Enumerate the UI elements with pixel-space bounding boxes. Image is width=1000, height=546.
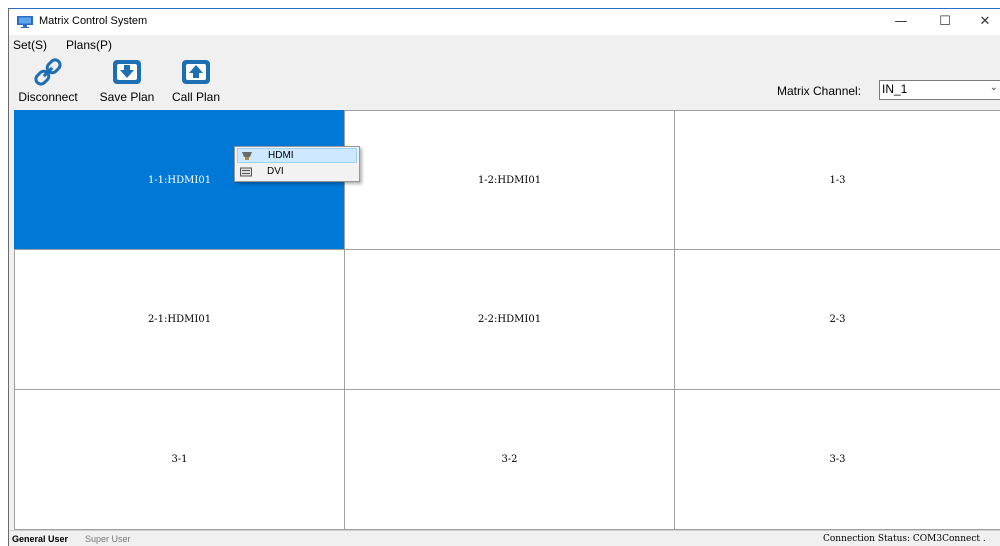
matrix-cell-2-3[interactable]: 2-3 [674,249,1000,390]
save-plan-icon [113,60,141,84]
matrix-cell-1-3[interactable]: 1-3 [674,110,1000,250]
disconnect-label: Disconnect [18,90,78,104]
title-bar: Matrix Control System — ☐ ✕ [9,9,1000,35]
app-window: Matrix Control System — ☐ ✕ Set(S) Plans… [8,8,1000,546]
context-menu-item-hdmi[interactable]: HDMI [237,148,357,163]
general-user-label[interactable]: General User [12,534,68,544]
matrix-cell-2-1[interactable]: 2-1:HDMI01 [14,249,345,390]
hdmi-icon [242,152,252,160]
matrix-channel-value: IN_1 [882,82,908,96]
context-menu-label-hdmi: HDMI [268,150,294,161]
matrix-cell-2-2[interactable]: 2-2:HDMI01 [344,249,675,390]
dvi-icon [240,167,252,177]
menu-plans[interactable]: Plans(P) [66,38,112,52]
toolbar: Disconnect Save Plan Call Plan Matrix Ch… [9,55,1000,111]
call-plan-icon [182,60,210,84]
save-plan-label: Save Plan [99,90,155,104]
minimize-button[interactable]: — [881,9,921,35]
window-title: Matrix Control System [39,15,148,27]
menu-set[interactable]: Set(S) [13,38,47,52]
super-user-label[interactable]: Super User [85,534,131,544]
save-plan-button[interactable]: Save Plan [91,57,163,109]
monitor-icon [17,16,33,28]
matrix-cell-1-2[interactable]: 1-2:HDMI01 [344,110,675,250]
matrix-cell-3-3[interactable]: 3-3 [674,389,1000,530]
menu-bar: Set(S) Plans(P) [9,35,1000,55]
context-menu-label-dvi: DVI [267,166,284,177]
matrix-cell-3-1[interactable]: 3-1 [14,389,345,530]
matrix-grid: 1-1:HDMI01 1-2:HDMI01 1-3 2-1:HDMI01 2-2… [14,110,1000,530]
disconnect-button[interactable]: Disconnect [9,57,87,109]
link-icon [34,58,62,86]
status-bar: General User Super User Connection Statu… [9,530,1000,546]
call-plan-button[interactable]: Call Plan [165,57,227,109]
matrix-channel-label: Matrix Channel: [777,84,862,98]
matrix-cell-3-2[interactable]: 3-2 [344,389,675,530]
matrix-channel-select[interactable]: IN_1 ⌄ [879,80,1000,100]
connection-status: Connection Status: COM3Connect . [823,534,986,544]
context-menu-item-dvi[interactable]: DVI [237,165,357,180]
maximize-button[interactable]: ☐ [925,9,965,35]
context-menu: HDMI DVI [234,146,360,182]
call-plan-label: Call Plan [171,90,221,104]
close-button[interactable]: ✕ [965,9,1000,35]
chevron-down-icon: ⌄ [989,82,998,93]
